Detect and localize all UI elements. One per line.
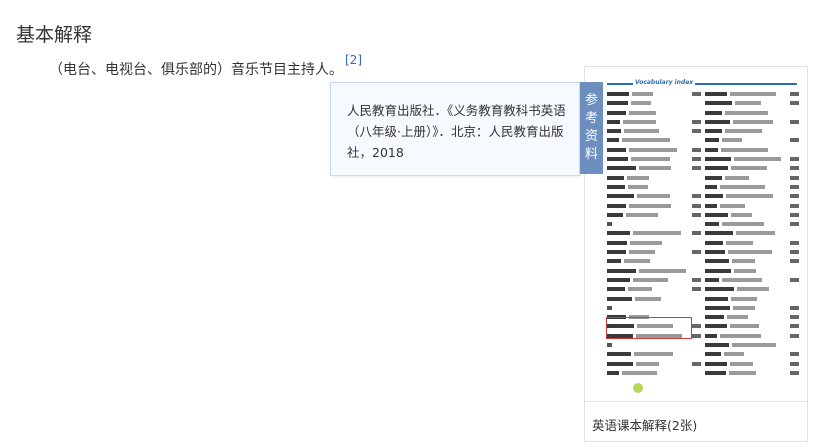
reference-marker[interactable]: [2] bbox=[345, 53, 362, 67]
scan-text-line bbox=[607, 268, 701, 274]
scan-text-line bbox=[705, 165, 799, 171]
scan-text-line bbox=[705, 314, 799, 320]
vocabulary-scan-image[interactable]: Vocabulary index bbox=[603, 77, 799, 397]
scan-text-line bbox=[705, 203, 799, 209]
scan-text-line bbox=[705, 230, 799, 236]
scan-text-line bbox=[607, 277, 701, 283]
scan-text-line bbox=[607, 128, 701, 134]
image-card[interactable]: Vocabulary index 英语课本解释(2张) bbox=[584, 66, 808, 442]
scan-text-line bbox=[607, 110, 701, 116]
scan-text-line bbox=[607, 203, 701, 209]
scan-text-line bbox=[607, 351, 701, 357]
section-title: 基本解释 bbox=[16, 24, 93, 46]
scan-text-line bbox=[705, 128, 799, 134]
scan-text-line bbox=[607, 361, 701, 367]
scan-text-line bbox=[705, 184, 799, 190]
scan-text-line bbox=[705, 193, 799, 199]
scan-text-line bbox=[705, 361, 799, 367]
page-number-badge bbox=[633, 383, 643, 393]
scan-text-line bbox=[607, 230, 701, 236]
scan-text-line bbox=[607, 184, 701, 190]
scan-text-line bbox=[705, 296, 799, 302]
scan-text-line bbox=[607, 296, 701, 302]
scan-text-line bbox=[607, 342, 701, 348]
scan-text-line bbox=[607, 370, 701, 376]
scan-text-line bbox=[705, 91, 799, 97]
scan-text-line bbox=[705, 323, 799, 329]
reference-popup: 人民教育出版社．《义务教育教科书英语（八年级·上册）》．北京：人民教育出版社，2… bbox=[330, 82, 580, 176]
scan-text-line bbox=[607, 100, 701, 106]
scan-text-line bbox=[705, 156, 799, 162]
scan-text-line bbox=[607, 305, 701, 311]
scan-text-line bbox=[705, 240, 799, 246]
scan-title: Vocabulary index bbox=[633, 79, 696, 86]
scan-text-line bbox=[607, 156, 701, 162]
highlight-box bbox=[606, 317, 692, 339]
scan-text-line bbox=[705, 147, 799, 153]
definition-text: （电台、电视台、俱乐部的）音乐节目主持人。 bbox=[49, 62, 343, 78]
scan-text-line bbox=[607, 258, 701, 264]
scan-text-line bbox=[705, 277, 799, 283]
scan-text-line bbox=[705, 305, 799, 311]
scan-text-line bbox=[607, 286, 701, 292]
scan-text-line bbox=[705, 258, 799, 264]
scan-text-line bbox=[607, 91, 701, 97]
scan-text-line bbox=[705, 342, 799, 348]
scan-text-line bbox=[607, 193, 701, 199]
scan-text-line bbox=[705, 221, 799, 227]
scan-text-line bbox=[705, 286, 799, 292]
scan-text-line bbox=[607, 119, 701, 125]
scan-text-line bbox=[705, 175, 799, 181]
scan-text-line bbox=[705, 351, 799, 357]
scan-text-line bbox=[705, 119, 799, 125]
scan-text-line bbox=[607, 147, 701, 153]
scan-column-right bbox=[705, 91, 799, 379]
scan-text-line bbox=[607, 240, 701, 246]
reference-tab-label: 参考资料 bbox=[584, 93, 598, 162]
scan-text-line bbox=[607, 249, 701, 255]
scan-text-line bbox=[705, 333, 799, 339]
scan-text-line bbox=[607, 137, 701, 143]
reference-tab[interactable]: 参考资料 bbox=[580, 82, 603, 174]
scan-text-line bbox=[607, 221, 701, 227]
image-caption[interactable]: 英语课本解释(2张) bbox=[592, 415, 697, 434]
reference-citation[interactable]: 人民教育出版社．《义务教育教科书英语（八年级·上册）》．北京：人民教育出版社，2… bbox=[347, 100, 569, 163]
card-divider bbox=[585, 401, 807, 402]
scan-text-line bbox=[705, 137, 799, 143]
scan-text-line bbox=[607, 165, 701, 171]
scan-text-line bbox=[705, 268, 799, 274]
scan-text-line bbox=[705, 100, 799, 106]
scan-text-line bbox=[705, 110, 799, 116]
scan-text-line bbox=[607, 212, 701, 218]
scan-text-line bbox=[705, 249, 799, 255]
scan-text-line bbox=[705, 212, 799, 218]
scan-text-line bbox=[607, 175, 701, 181]
scan-text-line bbox=[705, 370, 799, 376]
